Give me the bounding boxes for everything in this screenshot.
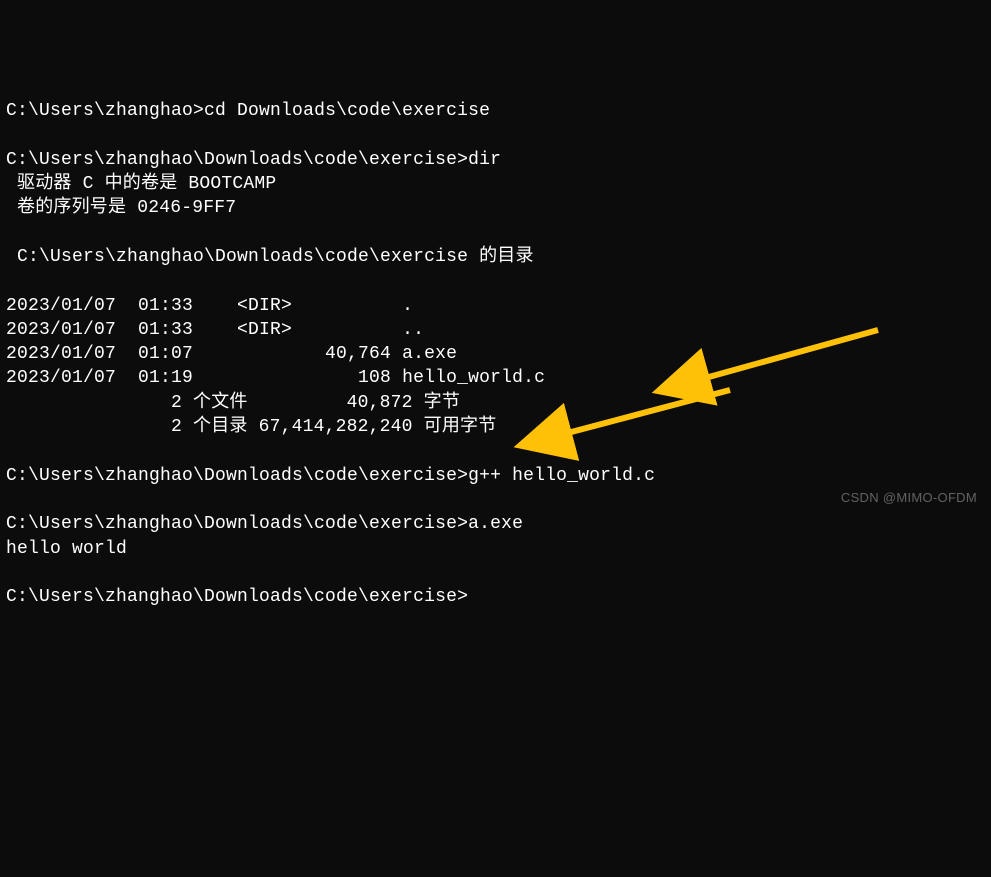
watermark-text: CSDN @MIMO-OFDM — [841, 489, 977, 507]
command-text: dir — [468, 150, 501, 170]
terminal-line: C:\Users\zhanghao\Downloads\code\exercis… — [0, 245, 991, 269]
terminal-line: 2 个文件 40,872 字节 — [0, 391, 991, 415]
terminal-line: 2023/01/07 01:07 40,764 a.exe — [0, 342, 991, 366]
terminal-line: C:\Users\zhanghao\Downloads\code\exercis… — [0, 512, 991, 536]
terminal-line — [0, 561, 991, 585]
terminal-line: hello world — [0, 537, 991, 561]
terminal-line: 驱动器 C 中的卷是 BOOTCAMP — [0, 172, 991, 196]
terminal-line: 卷的序列号是 0246-9FF7 — [0, 196, 991, 220]
terminal-line: 2023/01/07 01:33 <DIR> .. — [0, 318, 991, 342]
prompt-path: C:\Users\zhanghao> — [6, 101, 204, 121]
prompt-path: C:\Users\zhanghao\Downloads\code\exercis… — [6, 466, 468, 486]
prompt-path: C:\Users\zhanghao\Downloads\code\exercis… — [6, 150, 468, 170]
terminal-line: C:\Users\zhanghao\Downloads\code\exercis… — [0, 148, 991, 172]
command-text: g++ hello_world.c — [468, 466, 655, 486]
command-text: cd Downloads\code\exercise — [204, 101, 490, 121]
terminal-line — [0, 439, 991, 463]
terminal-line: C:\Users\zhanghao\Downloads\code\exercis… — [0, 585, 991, 609]
command-text: a.exe — [468, 514, 523, 534]
terminal-line: C:\Users\zhanghao\Downloads\code\exercis… — [0, 464, 991, 488]
terminal-line — [0, 123, 991, 147]
terminal-line: 2023/01/07 01:33 <DIR> . — [0, 294, 991, 318]
terminal-output[interactable]: C:\Users\zhanghao>cd Downloads\code\exer… — [0, 99, 991, 609]
terminal-line: 2023/01/07 01:19 108 hello_world.c — [0, 366, 991, 390]
terminal-line — [0, 221, 991, 245]
prompt-path: C:\Users\zhanghao\Downloads\code\exercis… — [6, 514, 468, 534]
prompt-path: C:\Users\zhanghao\Downloads\code\exercis… — [6, 587, 468, 607]
terminal-line: C:\Users\zhanghao>cd Downloads\code\exer… — [0, 99, 991, 123]
terminal-line — [0, 269, 991, 293]
terminal-line: 2 个目录 67,414,282,240 可用字节 — [0, 415, 991, 439]
